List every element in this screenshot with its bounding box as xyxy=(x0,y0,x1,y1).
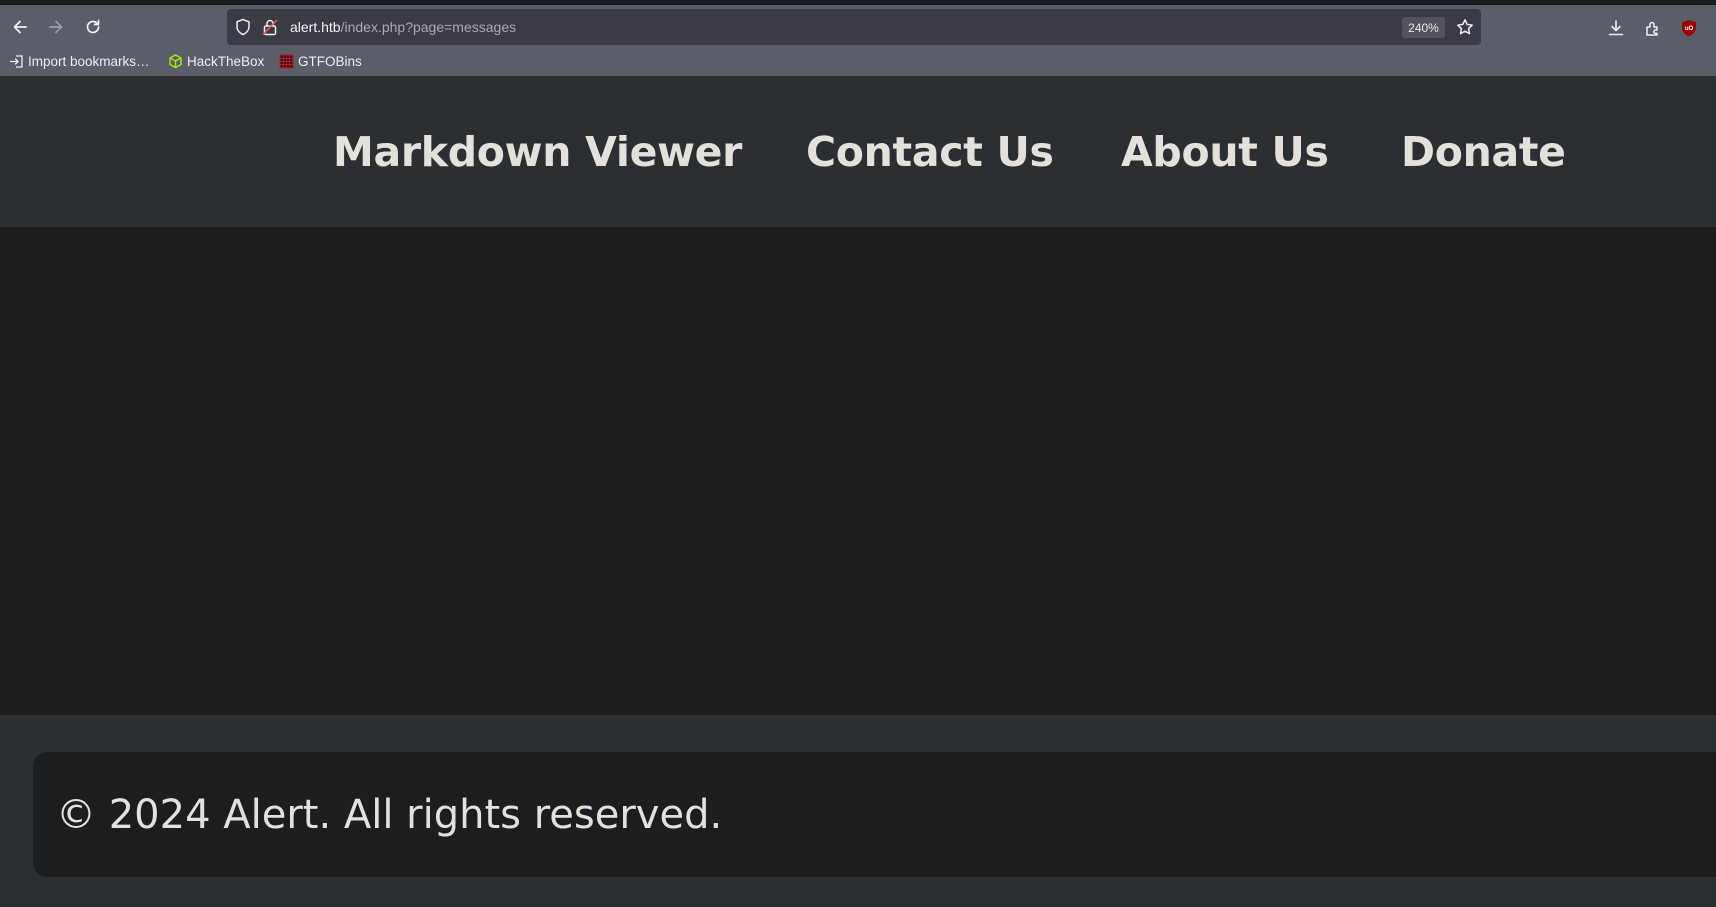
url-text[interactable]: alert.htb/index.php?page=messages xyxy=(290,18,516,36)
svg-text:uO: uO xyxy=(1685,26,1694,32)
url-host: alert.htb xyxy=(290,19,341,35)
nav-markdown-viewer[interactable]: Markdown Viewer xyxy=(333,124,742,180)
nav-contact-us[interactable]: Contact Us xyxy=(806,124,1054,180)
hackthebox-cube-icon xyxy=(169,54,182,69)
zoom-level-button[interactable]: 240% xyxy=(1402,17,1445,38)
address-bar[interactable]: alert.htb/index.php?page=messages 240% xyxy=(227,9,1481,45)
insecure-lock-icon[interactable] xyxy=(262,18,278,40)
site-footer: © 2024 Alert. All rights reserved. xyxy=(0,715,1716,907)
url-path: /index.php?page=messages xyxy=(340,19,517,35)
star-icon[interactable] xyxy=(1456,18,1474,40)
download-icon[interactable] xyxy=(1607,19,1625,41)
bookmarks-toolbar: Import bookmarks… HackTheBox GTFOBins xyxy=(0,49,1716,76)
nav-donate[interactable]: Donate xyxy=(1401,124,1566,180)
bookmark-import[interactable]: Import bookmarks… xyxy=(9,49,150,74)
copyright-text: © 2024 Alert. All rights reserved. xyxy=(56,792,723,838)
bookmark-label: GTFOBins xyxy=(298,54,362,69)
import-icon xyxy=(9,55,23,68)
bookmark-label: Import bookmarks… xyxy=(28,54,150,69)
bookmark-hackthebox[interactable]: HackTheBox xyxy=(168,49,264,74)
browser-toolbar: alert.htb/index.php?page=messages 240% u… xyxy=(0,5,1716,49)
forward-arrow-icon[interactable] xyxy=(44,15,68,39)
footer-panel: © 2024 Alert. All rights reserved. xyxy=(33,752,1716,877)
bookmark-gtfobins[interactable]: GTFOBins xyxy=(279,49,362,74)
site-header: Markdown Viewer Contact Us About Us Dona… xyxy=(0,76,1716,227)
shield-icon[interactable] xyxy=(235,18,251,40)
bookmark-label: HackTheBox xyxy=(187,54,265,69)
main-content xyxy=(0,227,1716,715)
nav-about-us[interactable]: About Us xyxy=(1121,124,1329,180)
ublock-origin-icon[interactable]: uO xyxy=(1680,19,1698,41)
gtfobins-grid-icon xyxy=(279,54,294,69)
extensions-icon[interactable] xyxy=(1644,19,1662,41)
reload-icon[interactable] xyxy=(81,15,105,39)
back-arrow-icon[interactable] xyxy=(8,15,32,39)
